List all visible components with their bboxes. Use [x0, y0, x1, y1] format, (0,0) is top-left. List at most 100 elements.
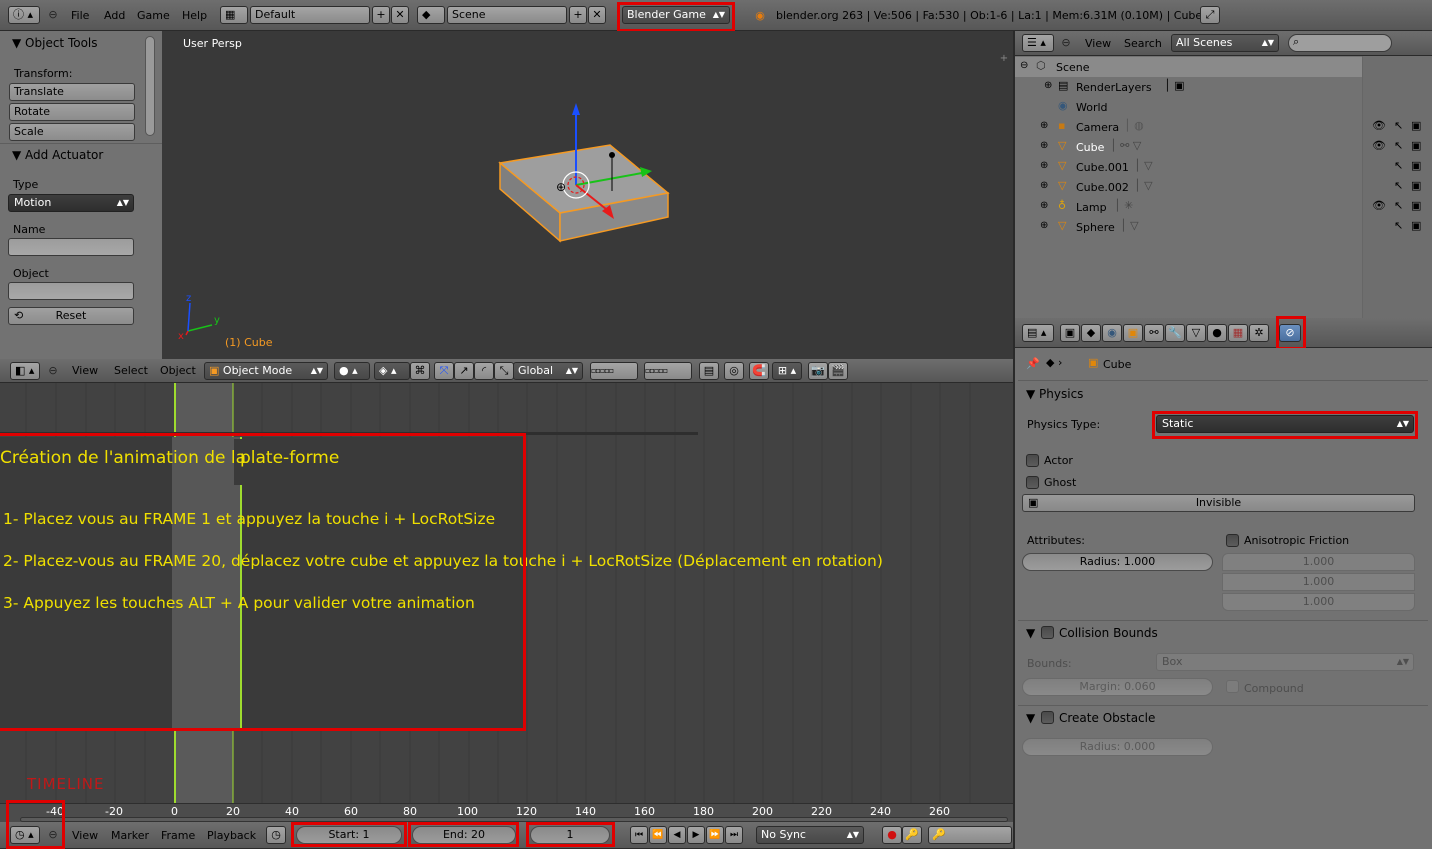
- render-camera-icon[interactable]: ▣: [1411, 199, 1421, 212]
- outliner-row-cube002[interactable]: ⊕ ▽ Cube.002 │ ▽ ↖ ▣: [1016, 177, 1432, 197]
- pin-icon[interactable]: 📌: [1026, 357, 1040, 370]
- rotate-button[interactable]: Rotate: [9, 103, 135, 121]
- layout-add-button[interactable]: +: [372, 6, 390, 24]
- collision-bounds-checkbox[interactable]: [1041, 626, 1054, 639]
- layout-icon-button[interactable]: ▦: [220, 6, 248, 24]
- outliner-item-cube[interactable]: Cube: [1076, 141, 1104, 154]
- timeline-menu-frame[interactable]: Frame: [161, 828, 195, 844]
- bounds-select[interactable]: Box ▲▼: [1156, 653, 1414, 671]
- mode-select[interactable]: ▣ Object Mode ▲▼: [204, 362, 328, 380]
- render-camera-icon[interactable]: ▣: [1411, 219, 1421, 232]
- object-field[interactable]: [8, 282, 134, 300]
- outliner-search-input[interactable]: ⌕: [1288, 34, 1392, 52]
- tab-render[interactable]: ▣: [1060, 324, 1080, 342]
- orientation-select[interactable]: Global ▲▼: [513, 362, 583, 380]
- expand-icon[interactable]: ⊕: [1040, 140, 1048, 151]
- timeline-ruler[interactable]: -40 -20 0 20 40 60 80 100 120 140 160 18…: [0, 803, 1014, 822]
- play-button[interactable]: ▶: [687, 826, 705, 844]
- proportional-edit-button[interactable]: ◎: [724, 362, 744, 380]
- collision-panel-arrow[interactable]: ▼: [1026, 626, 1035, 640]
- outliner-item-cube002[interactable]: Cube.002: [1076, 181, 1129, 194]
- layers-group-b[interactable]: ▫▫▫▫▫: [644, 362, 692, 380]
- select-cursor-icon[interactable]: ↖: [1394, 159, 1403, 172]
- add-actuator-title[interactable]: ▼ Add Actuator: [12, 148, 103, 162]
- engine-select[interactable]: Blender Game ▲▼: [622, 6, 730, 24]
- tab-scene[interactable]: ◆: [1081, 324, 1101, 342]
- render-camera-icon[interactable]: ▣: [1411, 119, 1421, 132]
- layout-remove-button[interactable]: ✕: [391, 6, 409, 24]
- current-frame-field[interactable]: 1: [530, 826, 610, 844]
- visibility-eye-icon[interactable]: 👁: [1372, 199, 1386, 212]
- layout-select[interactable]: Default: [250, 6, 370, 24]
- keying-set-button[interactable]: 🔑: [902, 826, 922, 844]
- outliner-row-camera[interactable]: ⊕ ▪ Camera │ ◍ 👁 ↖ ▣: [1016, 117, 1432, 137]
- tab-particles[interactable]: ✲: [1249, 324, 1269, 342]
- select-cursor-icon[interactable]: ↖: [1394, 139, 1403, 152]
- outliner-row-cube[interactable]: ⊕ ▽ Cube │ ⚯ ▽ 👁 ↖ ▣: [1016, 137, 1432, 157]
- outliner-menu-search[interactable]: Search: [1124, 36, 1162, 52]
- jump-key-prev-button[interactable]: ⏪: [649, 826, 667, 844]
- start-frame-field[interactable]: Start: 1: [296, 826, 402, 844]
- timeline-menu-marker[interactable]: Marker: [111, 828, 149, 844]
- preview-range-button[interactable]: ◷: [266, 826, 286, 844]
- compound-checkbox[interactable]: [1226, 680, 1239, 693]
- timeline-menu-playback[interactable]: Playback: [207, 828, 256, 844]
- scene-icon-button[interactable]: ◆: [417, 6, 445, 24]
- tab-physics[interactable]: ⊘: [1279, 324, 1301, 342]
- outliner-item-camera[interactable]: Camera: [1076, 121, 1119, 134]
- ghost-checkbox[interactable]: [1026, 476, 1039, 489]
- scene-add-button[interactable]: +: [569, 6, 587, 24]
- outliner-editor-type-button[interactable]: ☰ ▴: [1022, 34, 1054, 52]
- tab-material[interactable]: ●: [1207, 324, 1227, 342]
- play-reverse-button[interactable]: ◀: [668, 826, 686, 844]
- view3d-menu-view[interactable]: View: [72, 363, 98, 379]
- type-select[interactable]: Motion ▲▼: [8, 194, 134, 212]
- outliner-row-world[interactable]: ◉ World: [1016, 97, 1432, 117]
- physics-type-select[interactable]: Static ▲▼: [1156, 415, 1414, 433]
- expand-icon[interactable]: ⊕: [1040, 200, 1048, 211]
- outliner-row-sphere[interactable]: ⊕ ▽ Sphere │ ▽ ↖ ▣: [1016, 217, 1432, 237]
- select-cursor-icon[interactable]: ↖: [1394, 199, 1403, 212]
- scene-remove-button[interactable]: ✕: [588, 6, 606, 24]
- render-camera-icon[interactable]: ▣: [1411, 159, 1421, 172]
- jump-start-button[interactable]: ⏮: [630, 826, 648, 844]
- keyframe-insert-button[interactable]: 🔑: [928, 826, 1012, 844]
- vertical-divider[interactable]: [1013, 31, 1015, 849]
- render-camera-icon[interactable]: ▣: [1411, 179, 1421, 192]
- invisible-toggle[interactable]: ▣ Invisible: [1022, 494, 1415, 512]
- select-cursor-icon[interactable]: ↖: [1394, 119, 1403, 132]
- pivot-select[interactable]: ◈ ▴: [374, 362, 410, 380]
- timeline-collapse-icon[interactable]: ⊖: [45, 827, 61, 843]
- fullscreen-button[interactable]: ⤢: [1200, 6, 1220, 24]
- tab-world[interactable]: ◉: [1102, 324, 1122, 342]
- move-manip-button[interactable]: ↗: [454, 362, 474, 380]
- sync-select[interactable]: No Sync ▲▼: [756, 826, 864, 844]
- manipulator-toggle[interactable]: ⌘: [410, 362, 430, 380]
- menu-help[interactable]: Help: [182, 8, 207, 24]
- record-button[interactable]: ●: [882, 826, 902, 844]
- jump-key-next-button[interactable]: ⏩: [706, 826, 724, 844]
- outliner-row-lamp[interactable]: ⊕ ♁ Lamp │ ✳ 👁 ↖ ▣: [1016, 197, 1432, 217]
- outliner-collapse-icon[interactable]: ⊖: [1058, 35, 1074, 51]
- view3d-editor-type-button[interactable]: ◧ ▴: [10, 362, 40, 380]
- shading-select[interactable]: ● ▴: [334, 362, 370, 380]
- expand-icon[interactable]: ⊕: [1040, 220, 1048, 231]
- outliner-item-cube001[interactable]: Cube.001: [1076, 161, 1129, 174]
- expand-icon[interactable]: ⊕: [1044, 80, 1052, 91]
- outliner-item-scene[interactable]: Scene: [1056, 61, 1090, 74]
- obstacle-radius-field[interactable]: Radius: 0.000: [1022, 738, 1213, 756]
- tab-constraints[interactable]: ⚯: [1144, 324, 1164, 342]
- timeline-menu-view[interactable]: View: [72, 828, 98, 844]
- layers-group-a[interactable]: ▫▫▫▫▫: [590, 362, 638, 380]
- menu-add[interactable]: Add: [104, 8, 125, 24]
- select-cursor-icon[interactable]: ↖: [1394, 219, 1403, 232]
- expand-icon[interactable]: ⊕: [1040, 180, 1048, 191]
- anisotropic-checkbox[interactable]: [1226, 534, 1239, 547]
- reset-button[interactable]: ⟲ Reset: [8, 307, 134, 325]
- tab-object[interactable]: ▣: [1123, 324, 1143, 342]
- translate-manip-button[interactable]: ⤧: [434, 362, 454, 380]
- render-camera-icon[interactable]: ▣: [1411, 139, 1421, 152]
- margin-field[interactable]: Margin: 0.060: [1022, 678, 1213, 696]
- tab-data[interactable]: ▽: [1186, 324, 1206, 342]
- end-frame-field[interactable]: End: 20: [412, 826, 516, 844]
